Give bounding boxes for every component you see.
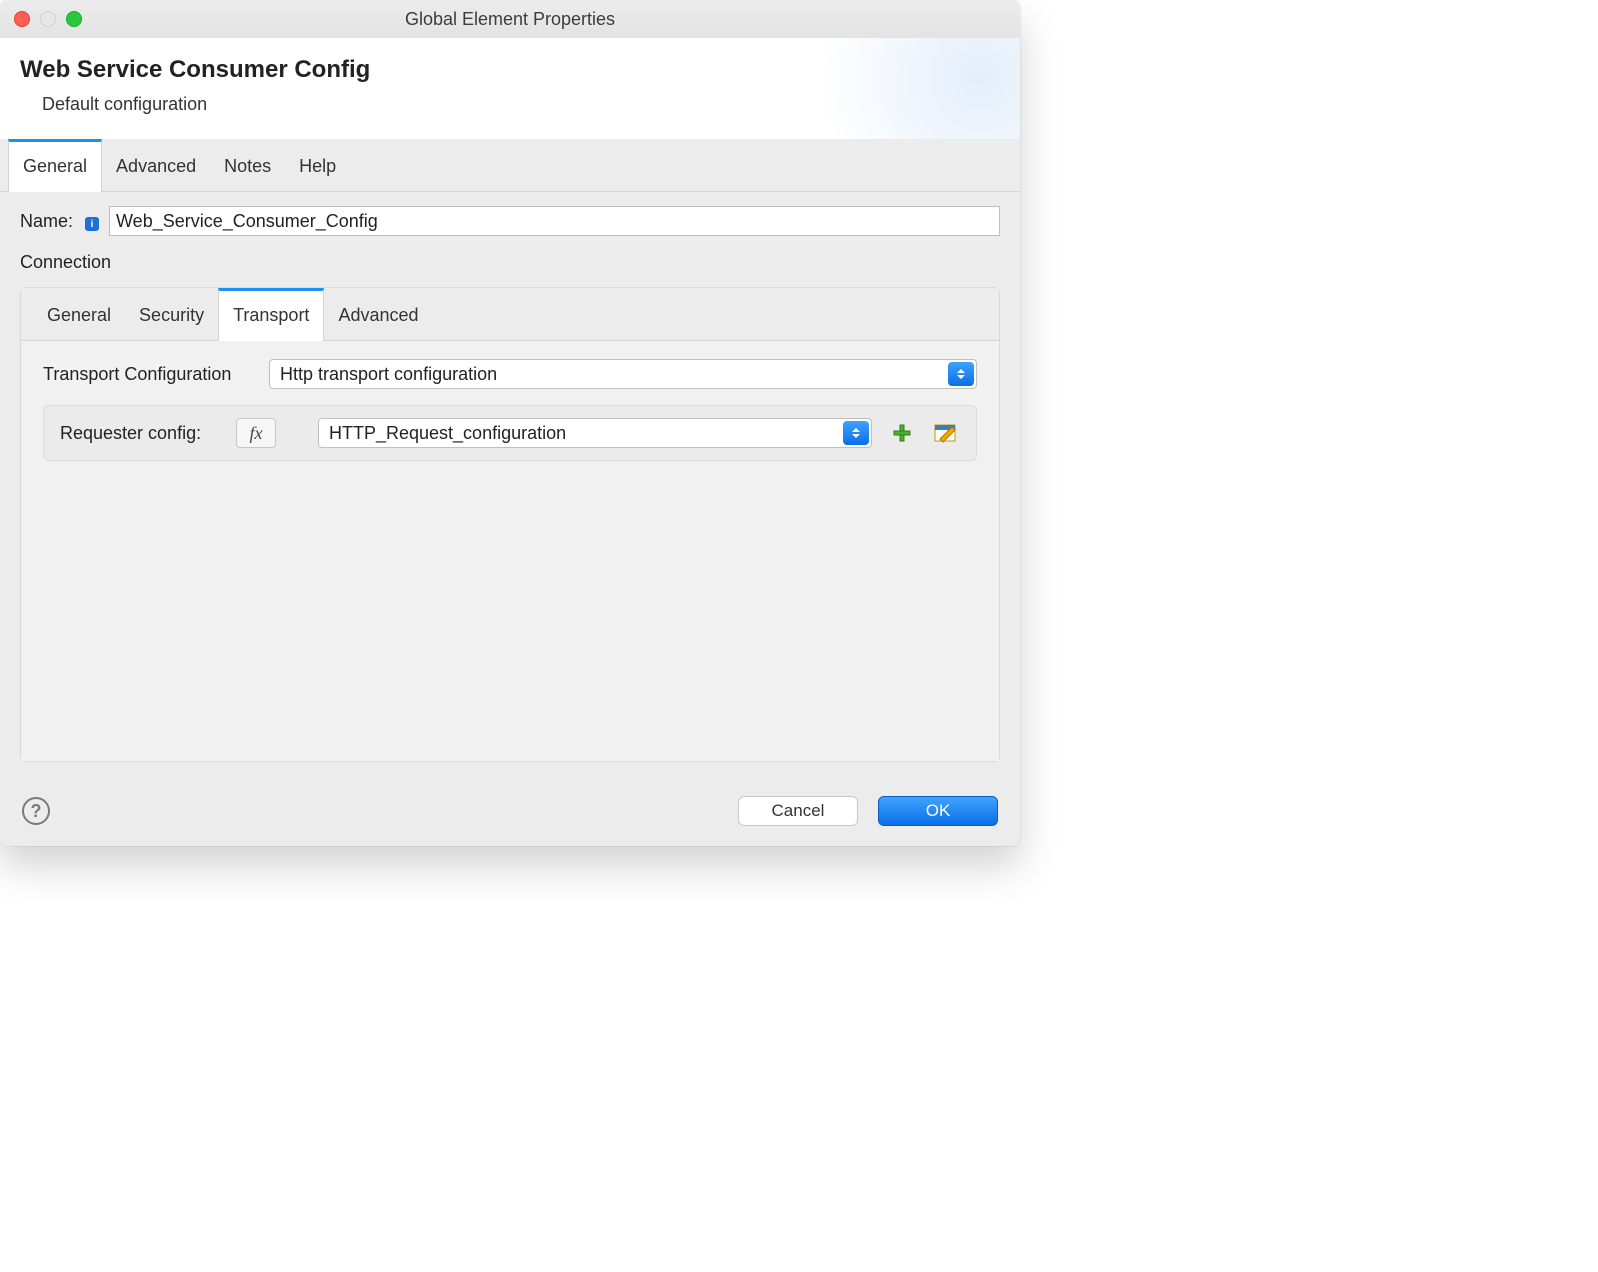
plus-icon: [891, 422, 913, 444]
inner-tab-advanced[interactable]: Advanced: [324, 288, 432, 340]
inner-tab-bar: General Security Transport Advanced: [21, 288, 999, 341]
chevron-updown-icon: [843, 421, 869, 445]
tab-help[interactable]: Help: [285, 139, 350, 191]
fx-label: fx: [250, 423, 263, 444]
tab-label: General: [23, 156, 87, 176]
window-title: Global Element Properties: [0, 9, 1020, 30]
connection-section-label: Connection: [20, 252, 1000, 273]
add-button[interactable]: [888, 420, 916, 446]
expression-fx-button[interactable]: fx: [236, 418, 276, 448]
select-value: Http transport configuration: [280, 364, 497, 385]
footer: ? Cancel OK: [0, 782, 1020, 846]
inner-body: Transport Configuration Http transport c…: [21, 341, 999, 761]
tab-advanced[interactable]: Advanced: [102, 139, 210, 191]
tab-label: Notes: [224, 156, 271, 176]
tab-label: Transport: [233, 305, 309, 325]
dialog-window: Global Element Properties Web Service Co…: [0, 0, 1020, 846]
ok-button[interactable]: OK: [878, 796, 998, 826]
content-area: Name: i Connection General Security Tran…: [0, 192, 1020, 782]
inner-tab-transport[interactable]: Transport: [218, 288, 324, 341]
tab-general[interactable]: General: [8, 139, 102, 192]
tab-label: Help: [299, 156, 336, 176]
info-icon: i: [85, 217, 99, 231]
button-label: Cancel: [772, 801, 825, 821]
name-input[interactable]: [109, 206, 1000, 236]
tab-label: General: [47, 305, 111, 325]
chevron-updown-icon: [948, 362, 974, 386]
transport-config-label: Transport Configuration: [43, 364, 253, 385]
inner-tab-general[interactable]: General: [33, 288, 125, 340]
page-subtitle: Default configuration: [42, 94, 1000, 115]
outer-tab-bar: General Advanced Notes Help: [0, 139, 1020, 192]
tab-label: Advanced: [116, 156, 196, 176]
tab-notes[interactable]: Notes: [210, 139, 285, 191]
requester-config-select[interactable]: HTTP_Request_configuration: [318, 418, 872, 448]
inner-tab-security[interactable]: Security: [125, 288, 218, 340]
connection-panel: General Security Transport Advanced Tran…: [20, 287, 1000, 762]
pencil-note-icon: [934, 422, 958, 444]
help-icon[interactable]: ?: [22, 797, 50, 825]
requester-config-label: Requester config:: [60, 423, 220, 444]
cancel-button[interactable]: Cancel: [738, 796, 858, 826]
name-row: Name: i: [20, 206, 1000, 236]
tab-label: Advanced: [338, 305, 418, 325]
transport-config-select[interactable]: Http transport configuration: [269, 359, 977, 389]
name-label: Name:: [20, 211, 73, 232]
select-value: HTTP_Request_configuration: [329, 423, 566, 444]
requester-config-row: Requester config: fx HTTP_Request_config…: [43, 405, 977, 461]
edit-button[interactable]: [932, 420, 960, 446]
transport-config-row: Transport Configuration Http transport c…: [43, 359, 977, 389]
button-label: OK: [926, 801, 951, 821]
tab-label: Security: [139, 305, 204, 325]
footer-buttons: Cancel OK: [738, 796, 998, 826]
titlebar: Global Element Properties: [0, 0, 1020, 38]
header-panel: Web Service Consumer Config Default conf…: [0, 38, 1020, 139]
page-title: Web Service Consumer Config: [20, 56, 1000, 84]
